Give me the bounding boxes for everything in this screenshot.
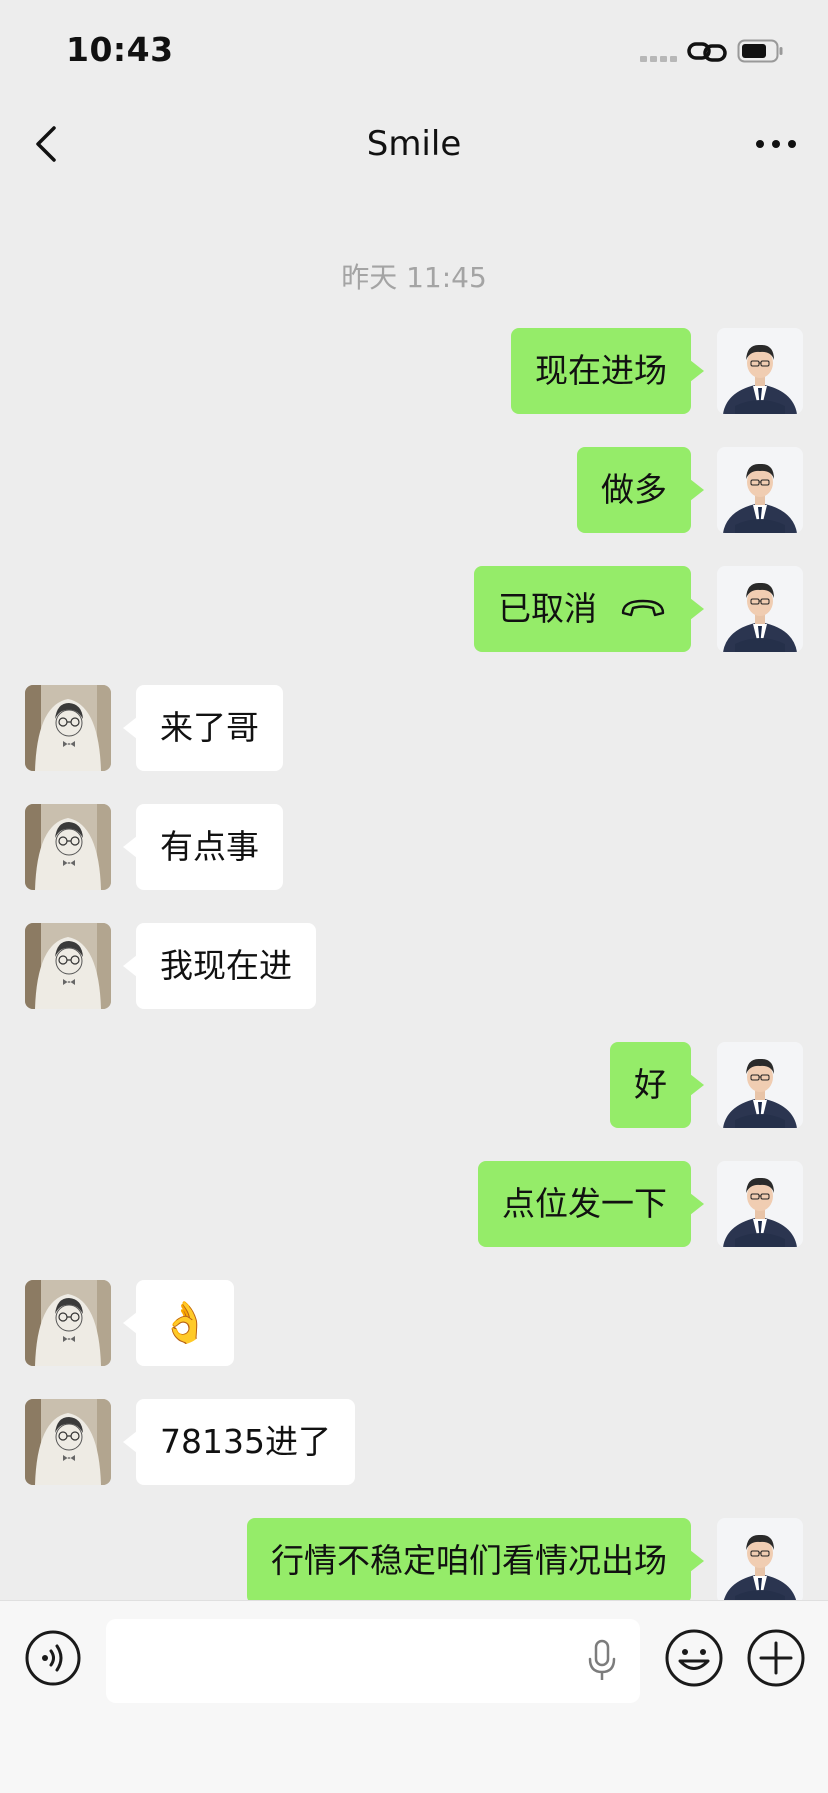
my-avatar[interactable]: [717, 447, 803, 533]
sent-message-bubble[interactable]: 行情不稳定咱们看情况出场: [247, 1518, 704, 1604]
message-row: 👌: [0, 1280, 828, 1366]
message-row: 好: [0, 1042, 828, 1128]
sent-message-bubble[interactable]: 做多: [577, 447, 704, 533]
my-avatar[interactable]: [717, 1518, 803, 1604]
message-text: 我现在进: [160, 946, 292, 985]
message-text: 行情不稳定咱们看情况出场: [271, 1541, 667, 1580]
message-text: 点位发一下: [502, 1184, 667, 1223]
voice-mode-button[interactable]: [24, 1629, 82, 1687]
more-options-button[interactable]: [754, 126, 798, 162]
sent-message-bubble[interactable]: 现在进场: [511, 328, 704, 414]
status-bar: 10:43: [0, 0, 828, 96]
message-text: 好: [634, 1065, 667, 1104]
nav-bar: Smile: [0, 96, 828, 192]
canceled-call-bubble[interactable]: 已取消: [474, 566, 704, 652]
signal-icon: [640, 56, 680, 64]
received-message-bubble[interactable]: 78135进了: [123, 1399, 355, 1485]
message-text: 有点事: [160, 827, 259, 866]
plus-button[interactable]: [746, 1628, 806, 1688]
message-row: 来了哥: [0, 685, 828, 771]
my-avatar[interactable]: [717, 1161, 803, 1247]
message-input[interactable]: [106, 1619, 640, 1703]
ok-hand-emoji: 👌: [160, 1300, 210, 1346]
message-row: 点位发一下: [0, 1161, 828, 1247]
message-row: 我现在进: [0, 923, 828, 1009]
sent-message-bubble[interactable]: 好: [610, 1042, 704, 1128]
my-avatar[interactable]: [717, 566, 803, 652]
contact-avatar[interactable]: [25, 1399, 111, 1485]
microphone-icon[interactable]: [586, 1639, 618, 1683]
message-text: 来了哥: [160, 708, 259, 747]
message-row: 有点事: [0, 804, 828, 890]
message-row: 现在进场: [0, 328, 828, 414]
message-row: 78135进了: [0, 1399, 828, 1485]
emoji-message-bubble[interactable]: 👌: [123, 1280, 234, 1366]
input-bar: [0, 1600, 828, 1793]
my-avatar[interactable]: [717, 328, 803, 414]
message-row: 行情不稳定咱们看情况出场: [0, 1518, 828, 1604]
received-message-bubble[interactable]: 有点事: [123, 804, 283, 890]
message-row: 已取消: [0, 566, 828, 652]
received-message-bubble[interactable]: 来了哥: [123, 685, 283, 771]
my-avatar[interactable]: [717, 1042, 803, 1128]
status-time: 10:43: [66, 30, 174, 69]
received-message-bubble[interactable]: 我现在进: [123, 923, 316, 1009]
message-text: 做多: [601, 470, 667, 509]
chat-title: Smile: [366, 124, 462, 164]
phone-hangup-icon: [621, 599, 665, 616]
battery-icon: [737, 39, 783, 63]
sent-message-bubble[interactable]: 点位发一下: [478, 1161, 704, 1247]
link-icon: [687, 42, 727, 62]
message-row: 做多: [0, 447, 828, 533]
contact-avatar[interactable]: [25, 923, 111, 1009]
emoji-button[interactable]: [664, 1628, 724, 1688]
message-timestamp: 昨天 11:45: [341, 261, 487, 294]
message-text: 现在进场: [535, 351, 667, 390]
contact-avatar[interactable]: [25, 1280, 111, 1366]
message-text: 78135进了: [160, 1422, 331, 1461]
contact-avatar[interactable]: [25, 685, 111, 771]
contact-avatar[interactable]: [25, 804, 111, 890]
message-text: 已取消: [498, 589, 597, 628]
